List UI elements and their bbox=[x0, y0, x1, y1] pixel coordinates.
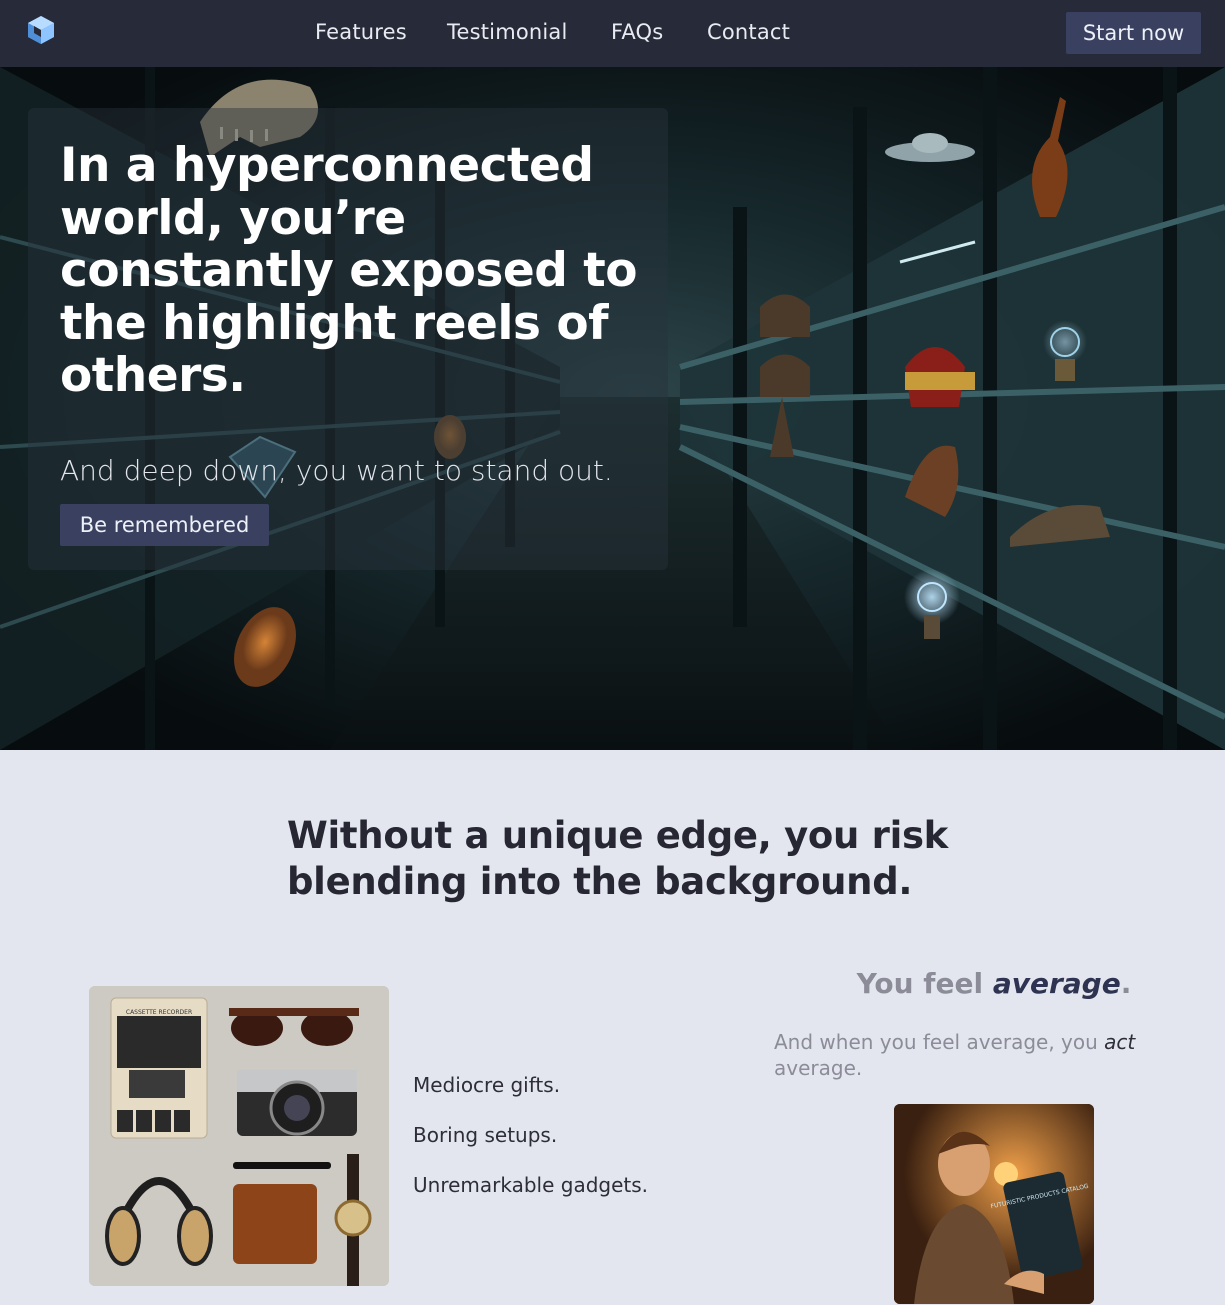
nav-link-testimonial[interactable]: Testimonial bbox=[447, 20, 568, 44]
hero-section: In a hyperconnected world, you’re consta… bbox=[0, 67, 1225, 750]
gadgets-flatlay-image: CASSETTE RECORDER bbox=[89, 986, 389, 1286]
hero-title: In a hyperconnected world, you’re consta… bbox=[60, 138, 638, 403]
nav-link-features[interactable]: Features bbox=[315, 20, 407, 44]
be-remembered-button[interactable]: Be remembered bbox=[60, 504, 269, 546]
list-item: Unremarkable gadgets. bbox=[413, 1173, 649, 1197]
average-paragraph: And when you feel average, you act avera… bbox=[774, 1029, 1174, 1081]
average-heading-suffix: . bbox=[1120, 967, 1132, 1000]
nav-link-faqs[interactable]: FAQs bbox=[611, 20, 663, 44]
mediocre-list: Mediocre gifts. Boring setups. Unremarka… bbox=[413, 1073, 648, 1223]
cassette-label: CASSETTE RECORDER bbox=[126, 1009, 192, 1016]
average-heading-emphasis: average bbox=[992, 967, 1121, 1000]
average-text-emphasis: act bbox=[1104, 1030, 1136, 1054]
list-item: Boring setups. bbox=[413, 1123, 558, 1147]
person-tablet-image: FUTURISTIC PRODUCTS CATALOG bbox=[894, 1104, 1094, 1304]
average-text-prefix: And when you feel average, you bbox=[774, 1030, 1105, 1054]
top-navbar: Features Testimonial FAQs Contact Start … bbox=[0, 0, 1225, 67]
cube-logo-icon[interactable] bbox=[26, 15, 56, 45]
start-now-button[interactable]: Start now bbox=[1066, 12, 1201, 54]
section-title: Without a unique edge, you risk blending… bbox=[287, 814, 948, 903]
hero-subtitle: And deep down, you want to stand out. bbox=[60, 454, 613, 487]
average-text-suffix: average. bbox=[774, 1056, 863, 1080]
list-item: Mediocre gifts. bbox=[413, 1073, 561, 1097]
average-heading-prefix: You feel bbox=[856, 967, 993, 1000]
nav-link-contact[interactable]: Contact bbox=[707, 20, 790, 44]
average-heading: You feel average. bbox=[774, 967, 1214, 1000]
